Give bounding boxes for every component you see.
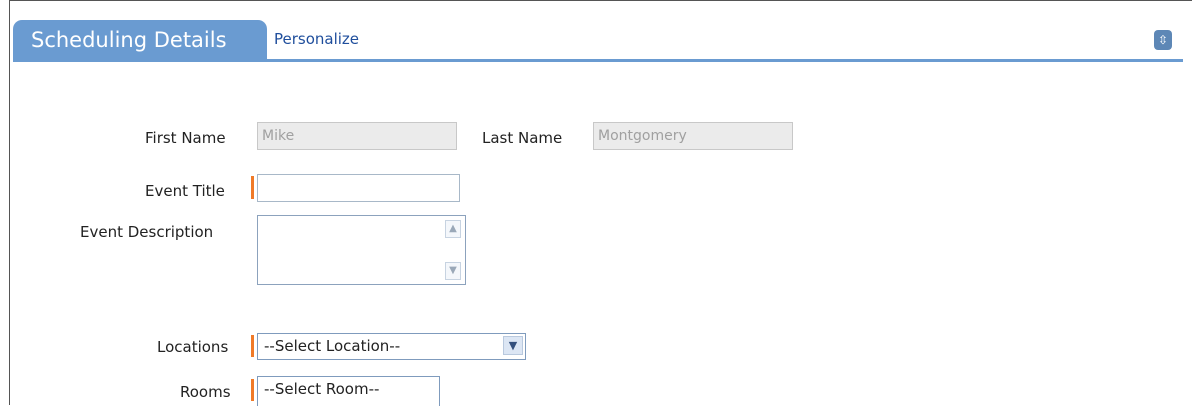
event-title-field[interactable] — [257, 174, 460, 202]
first-name-field[interactable] — [257, 122, 457, 150]
personalize-link[interactable]: Personalize — [274, 30, 359, 48]
locations-selected-value: --Select Location-- — [264, 337, 401, 355]
locations-select[interactable]: --Select Location-- ▼ — [257, 333, 526, 360]
scroll-up-icon[interactable]: ▲ — [445, 220, 461, 238]
tab-scheduling-details[interactable]: Scheduling Details — [13, 20, 267, 61]
required-indicator — [251, 176, 254, 199]
event-description-label: Event Description — [80, 223, 214, 241]
chevron-down-icon[interactable]: ▼ — [503, 336, 523, 355]
event-title-label: Event Title — [145, 182, 225, 200]
rooms-selected-value: --Select Room-- — [264, 380, 380, 398]
header-divider — [13, 59, 1183, 62]
scroll-down-icon[interactable]: ▼ — [445, 262, 461, 280]
required-indicator — [251, 379, 254, 401]
locations-label: Locations — [157, 338, 229, 356]
rooms-label: Rooms — [180, 383, 231, 401]
last-name-label: Last Name — [482, 129, 563, 147]
collapse-icon[interactable]: ⇳ — [1154, 30, 1172, 50]
last-name-field[interactable] — [593, 122, 793, 150]
first-name-label: First Name — [145, 129, 226, 147]
rooms-select[interactable]: --Select Room-- — [257, 376, 440, 406]
event-description-field[interactable]: ▲ ▼ — [257, 215, 466, 285]
required-indicator — [251, 335, 254, 357]
